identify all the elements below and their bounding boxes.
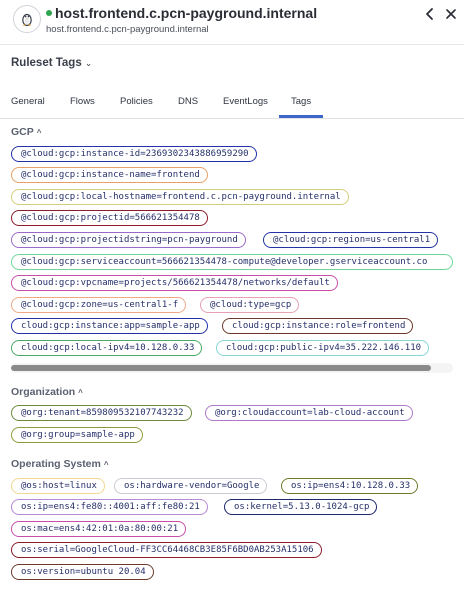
tag-chip[interactable]: os:mac=ens4:42:01:0a:80:00:21 <box>11 521 187 537</box>
ruleset-tags-dropdown[interactable]: Ruleset Tags ⌄ <box>11 57 92 69</box>
chevron-up-icon: ^ <box>36 128 42 137</box>
tag-chip[interactable]: @org:cloudaccount=lab-cloud-account <box>205 405 413 421</box>
tag-chip[interactable]: os:kernel=5.13.0-1024-gcp <box>224 499 378 515</box>
tag-chip[interactable]: @org:group=sample-app <box>11 427 143 443</box>
tab-tags[interactable]: Tags <box>291 96 311 107</box>
host-header: host.frontend.c.pcn-payground.internal h… <box>0 0 464 45</box>
tag-chip[interactable]: @cloud:gcp:projectid=566621354478 <box>11 210 208 226</box>
section-operating-system-title: Operating System <box>11 458 101 470</box>
tab-flows[interactable]: Flows <box>70 96 95 107</box>
tag-chip[interactable]: @cloud:gcp:instance-name=frontend <box>11 167 208 183</box>
tag-chip[interactable]: cloud:gcp:local-ipv4=10.128.0.33 <box>11 340 203 356</box>
tag-chip[interactable]: cloud:gcp:public-ipv4=35.222.146.110 <box>216 340 430 356</box>
tag-chip[interactable]: os:ip=ens4:fe80::4001:aff:fe80:21 <box>11 499 208 515</box>
chevron-left-icon[interactable] <box>423 6 437 22</box>
tag-chip[interactable]: @cloud:gcp:region=us-central1 <box>263 232 439 248</box>
tag-chip[interactable]: @cloud:gcp:projectidstring=pcn-payground <box>11 232 246 248</box>
section-organization-header[interactable]: Organization ^ <box>11 386 83 398</box>
tag-chip[interactable]: @cloud:gcp:vpcname=projects/566621354478… <box>11 275 338 291</box>
tab-policies[interactable]: Policies <box>120 96 153 107</box>
section-gcp-title: GCP <box>11 126 34 138</box>
active-tab-indicator <box>279 115 323 118</box>
tag-chip[interactable]: cloud:gcp:instance:role=frontend <box>222 318 414 334</box>
status-dot <box>46 10 52 16</box>
tag-chip[interactable]: @cloud:type=gcp <box>200 297 300 313</box>
tag-chip[interactable]: os:serial=GoogleCloud-FF3CC64468CB3E85F6… <box>11 542 322 558</box>
tab-eventlogs[interactable]: EventLogs <box>223 96 268 107</box>
section-gcp-header[interactable]: GCP ^ <box>11 126 41 138</box>
section-organization-title: Organization <box>11 386 76 398</box>
tag-chip[interactable]: os:ip=ens4:10.128.0.33 <box>281 478 419 494</box>
tag-chip[interactable]: @cloud:gcp:local-hostname=frontend.c.pcn… <box>11 189 349 205</box>
tab-general[interactable]: General <box>11 96 45 107</box>
host-subtitle: host.frontend.c.pcn-payground.internal <box>46 24 209 35</box>
close-icon[interactable] <box>444 6 458 22</box>
tag-chip[interactable]: os:version=ubuntu 20.04 <box>11 564 154 580</box>
tag-chip[interactable]: @os:host=linux <box>11 478 105 494</box>
tag-chip[interactable]: @cloud:gcp:instance-id=23693023438869592… <box>11 146 257 162</box>
tag-chip[interactable]: os:hardware-vendor=Google <box>114 478 268 494</box>
chevron-up-icon: ^ <box>103 460 109 469</box>
tag-chip[interactable]: @org:tenant=859809532107743232 <box>11 405 192 421</box>
linux-penguin-icon <box>13 5 41 33</box>
section-operating-system-header[interactable]: Operating System ^ <box>11 458 109 470</box>
tag-chip[interactable]: @cloud:gcp:serviceaccount=566621354478-c… <box>11 254 453 270</box>
tab-bar: General Flows Policies DNS EventLogs Tag… <box>0 88 464 119</box>
ruleset-tags-label: Ruleset Tags <box>11 57 82 69</box>
tag-chip[interactable]: @cloud:gcp:zone=us-central1-f <box>11 297 187 313</box>
chevron-down-icon: ⌄ <box>84 58 93 68</box>
chevron-up-icon: ^ <box>78 388 83 397</box>
host-title: host.frontend.c.pcn-payground.internal <box>55 5 318 21</box>
tab-dns[interactable]: DNS <box>178 96 198 107</box>
horizontal-scrollbar-thumb[interactable] <box>11 365 431 371</box>
tag-chip[interactable]: cloud:gcp:instance:app=sample-app <box>11 318 208 334</box>
